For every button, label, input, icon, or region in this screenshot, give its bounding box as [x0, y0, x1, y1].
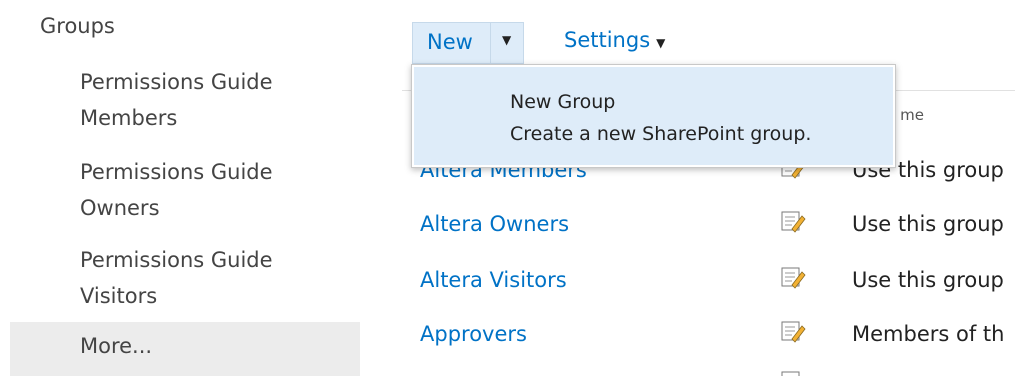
- new-menu-popup: New Group Create a new SharePoint group.: [411, 64, 896, 168]
- chevron-down-icon: ▼: [502, 33, 512, 47]
- group-link[interactable]: Altera Owners: [420, 212, 569, 236]
- group-about-text: Use this group: [852, 268, 1004, 292]
- group-about-text: Use this group: [852, 212, 1004, 236]
- edit-pencil-icon[interactable]: [780, 264, 806, 290]
- new-button[interactable]: New: [412, 22, 490, 64]
- edit-pencil-icon[interactable]: [780, 368, 806, 376]
- group-link[interactable]: Approvers: [420, 322, 527, 346]
- table-row: Altera Owners Use this group: [0, 211, 1015, 268]
- new-button-label: New: [427, 30, 473, 54]
- edit-pencil-icon[interactable]: [780, 208, 806, 234]
- settings-menu[interactable]: Settings ▼: [564, 28, 665, 52]
- menu-item-title: New Group: [510, 91, 616, 113]
- nav-heading[interactable]: Groups: [40, 14, 115, 38]
- group-link[interactable]: Altera Visitors: [420, 268, 567, 292]
- settings-label: Settings: [564, 28, 651, 52]
- menu-item-new-group[interactable]: New Group Create a new SharePoint group.: [414, 67, 893, 165]
- group-about-text: Members of th: [852, 322, 1005, 346]
- nav-item-label-line1: Permissions Guide: [80, 70, 273, 94]
- menu-item-description: Create a new SharePoint group.: [510, 123, 812, 145]
- new-dropdown-button[interactable]: ▼: [490, 22, 524, 64]
- nav-item-permissions-guide-members[interactable]: Permissions Guide Members: [80, 64, 320, 136]
- table-row: Altera Visitors Use this group: [0, 267, 1015, 324]
- edit-pencil-icon[interactable]: [780, 318, 806, 344]
- caret-down-icon: ▼: [656, 36, 666, 50]
- table-row: Approvers Members of th: [0, 321, 1015, 376]
- nav-item-label-line2: Members: [80, 106, 178, 130]
- groups-page: Groups Permissions Guide Members Permiss…: [0, 0, 1015, 376]
